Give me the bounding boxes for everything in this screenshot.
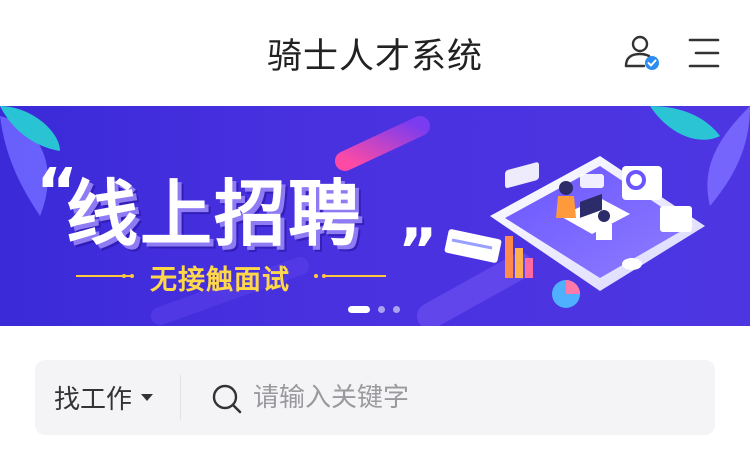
search-category-label: 找工作: [54, 385, 133, 415]
menu-button[interactable]: [684, 36, 720, 70]
search-input[interactable]: [253, 376, 693, 420]
carousel-dot-2[interactable]: [378, 305, 385, 313]
banner-headline: 线上招聘: [66, 172, 363, 256]
subheadline-divider-left: [76, 275, 130, 277]
search-category-dropdown[interactable]: 找工作: [35, 360, 180, 435]
carousel-dot-3[interactable]: [393, 305, 400, 313]
search-icon[interactable]: [210, 382, 244, 416]
promo-banner[interactable]: “ 线上招聘 ” 无接触面试: [0, 106, 750, 326]
banner-subheadline: 无接触面试: [150, 265, 290, 296]
user-verified-icon: [624, 35, 659, 70]
hamburger-menu-icon: [688, 38, 720, 68]
carousel-dot-1[interactable]: [348, 305, 370, 313]
leaf-decoration-right: [650, 106, 750, 206]
subheadline-divider-right: [326, 275, 386, 277]
headline-close-quote: ”: [398, 216, 438, 286]
pie-illustration: [552, 280, 580, 308]
top-header: 骑士人才系统: [0, 0, 750, 106]
carousel-indicator: [348, 304, 400, 314]
user-account-button[interactable]: [622, 33, 662, 73]
search-bar: 找工作: [35, 360, 715, 435]
search-divider: [180, 375, 181, 420]
caret-down-icon: [141, 394, 154, 401]
